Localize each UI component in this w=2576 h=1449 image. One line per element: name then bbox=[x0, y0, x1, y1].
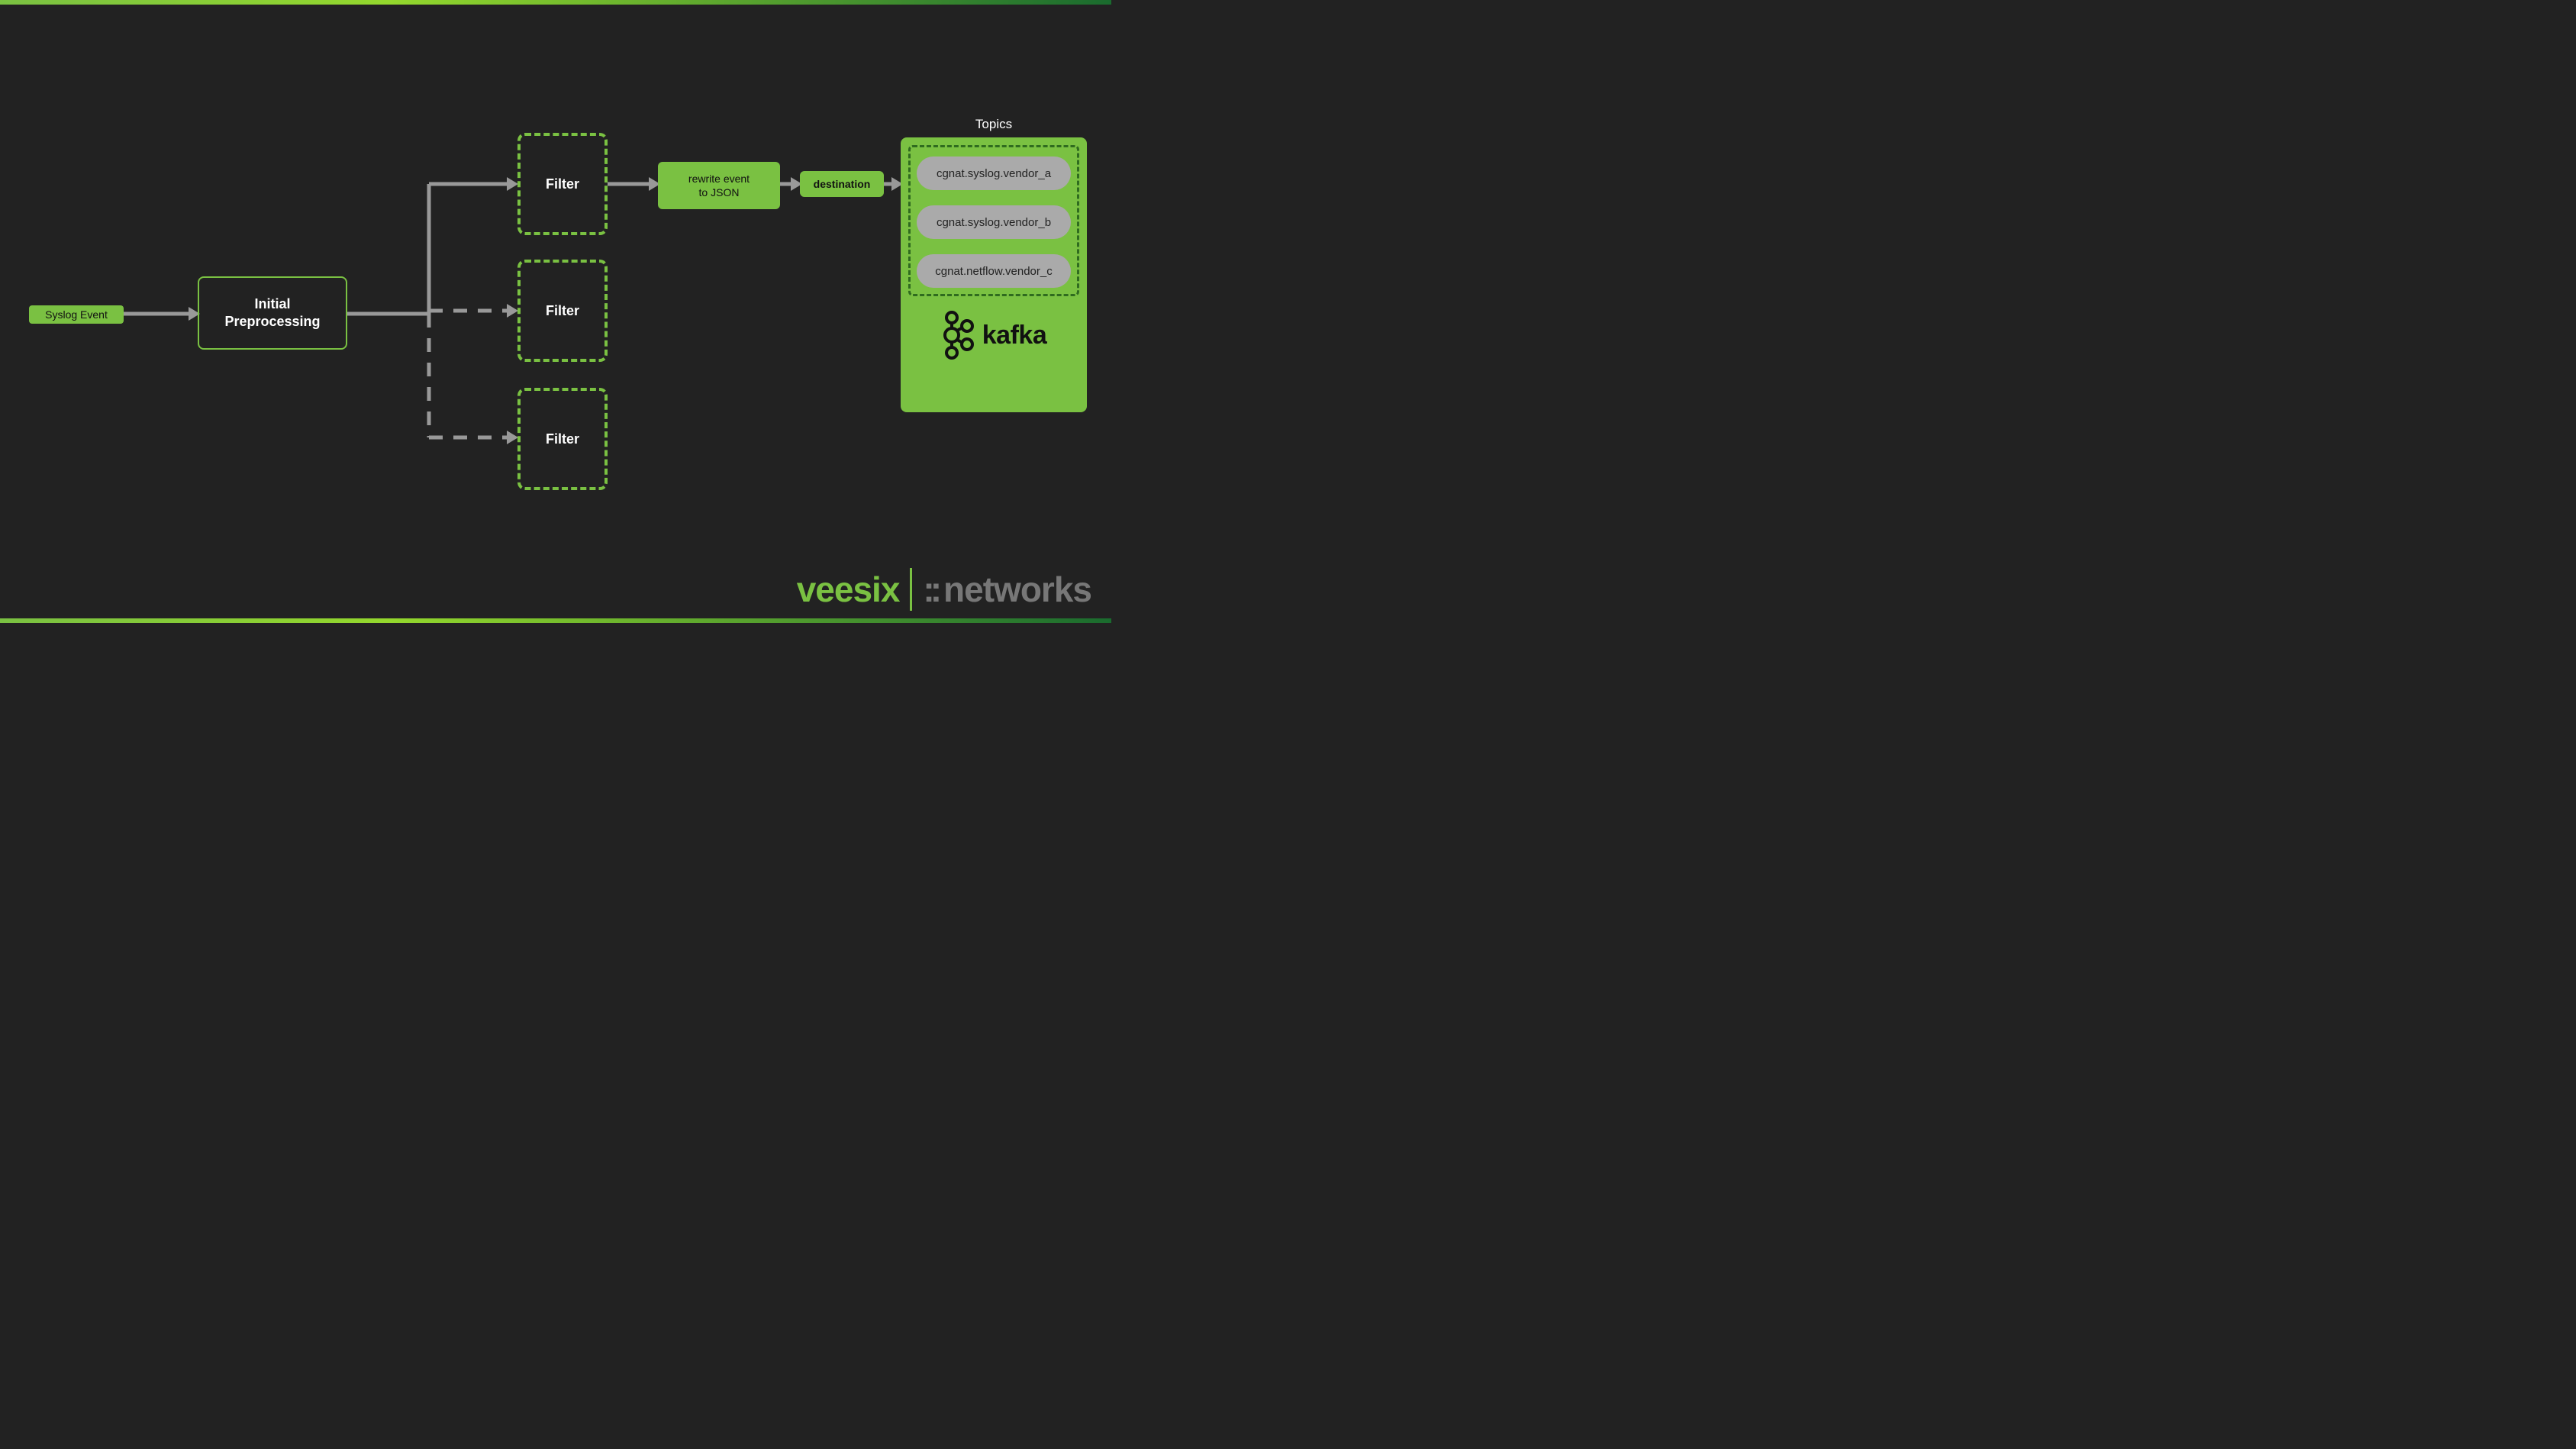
filter-label-1: Filter bbox=[546, 176, 579, 192]
rewrite-label: rewrite event to JSON bbox=[688, 172, 750, 199]
destination-box: destination bbox=[800, 171, 884, 197]
kafka-topics-frame: cgnat.syslog.vendor_a cgnat.syslog.vendo… bbox=[908, 145, 1079, 296]
kafka-container: cgnat.syslog.vendor_a cgnat.syslog.vendo… bbox=[901, 137, 1087, 412]
kafka-icon bbox=[941, 310, 975, 360]
kafka-topic-1: cgnat.syslog.vendor_b bbox=[917, 205, 1071, 239]
bottom-accent-bar bbox=[0, 618, 1111, 623]
source-label: Syslog Event bbox=[45, 308, 108, 321]
source-syslog-event: Syslog Event bbox=[29, 305, 124, 324]
brand-right: :: networks bbox=[923, 569, 1091, 610]
kafka-topic-0: cgnat.syslog.vendor_a bbox=[917, 157, 1071, 190]
preprocessing-label: Initial Preprocessing bbox=[224, 295, 320, 331]
kafka-topic-1-label: cgnat.syslog.vendor_b bbox=[937, 216, 1051, 229]
kafka-topic-0-label: cgnat.syslog.vendor_a bbox=[937, 167, 1051, 180]
footer-brand: veesix :: networks bbox=[797, 568, 1091, 611]
topics-heading: Topics bbox=[901, 117, 1087, 132]
kafka-logo-row: kafka bbox=[908, 310, 1079, 360]
brand-separator bbox=[910, 568, 912, 611]
destination-label: destination bbox=[814, 178, 871, 190]
top-accent-bar bbox=[0, 0, 1111, 5]
diagram-slide: Syslog Event Initial Preprocessing Filte… bbox=[0, 0, 1111, 623]
brand-left: veesix bbox=[797, 569, 900, 610]
kafka-topic-2-label: cgnat.netflow.vendor_c bbox=[935, 265, 1052, 278]
filter-box-2: Filter bbox=[517, 260, 608, 362]
kafka-wordmark: kafka bbox=[982, 321, 1046, 350]
filter-label-3: Filter bbox=[546, 431, 579, 447]
kafka-topic-2: cgnat.netflow.vendor_c bbox=[917, 254, 1071, 288]
filter-label-2: Filter bbox=[546, 303, 579, 319]
brand-right-word: networks bbox=[943, 569, 1091, 610]
filter-box-3: Filter bbox=[517, 388, 608, 490]
initial-preprocessing-box: Initial Preprocessing bbox=[198, 276, 347, 350]
rewrite-event-box: rewrite event to JSON bbox=[658, 162, 780, 209]
filter-box-1: Filter bbox=[517, 133, 608, 235]
brand-right-prefix: :: bbox=[923, 569, 942, 610]
